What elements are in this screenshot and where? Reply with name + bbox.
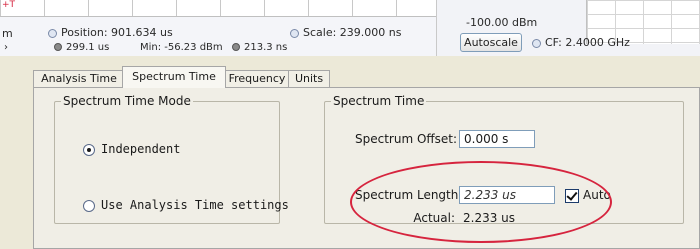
tab-units[interactable]: Units: [288, 70, 330, 87]
tab-spectrum-time[interactable]: Spectrum Time: [122, 66, 226, 88]
min-readout: Min: -56.23 dBm: [140, 42, 223, 53]
radio-use-analysis-time-label: Use Analysis Time settings: [101, 198, 289, 212]
spectrum-length-input[interactable]: [459, 186, 555, 204]
trace-marker-icon: +T: [2, 0, 16, 10]
center-frequency-readout[interactable]: CF: 2.4000 GHz: [532, 36, 630, 49]
marker-icon: [54, 43, 62, 51]
marker-time-readout: 299.1 us: [54, 42, 109, 53]
spectrum-time-panel: Spectrum Time Mode Independent Use Analy…: [33, 87, 700, 249]
tab-analysis-time[interactable]: Analysis Time: [33, 70, 125, 87]
autoscale-button[interactable]: Autoscale: [460, 33, 522, 52]
delta-marker-icon: [232, 43, 240, 51]
scale-readout[interactable]: Scale: 239.000 ns: [290, 26, 401, 39]
spectrum-offset-label: Spectrum Offset:: [355, 132, 458, 146]
radio-independent[interactable]: Independent: [83, 142, 180, 156]
actual-value: 2.233 us: [463, 211, 516, 225]
time-graph-area[interactable]: [0, 0, 436, 17]
radio-independent-label: Independent: [101, 142, 181, 156]
auto-checkbox[interactable]: [565, 188, 579, 203]
tab-frequency[interactable]: Frequency: [223, 70, 291, 87]
auto-checkbox-label: Auto: [583, 188, 611, 202]
radio-use-analysis-time[interactable]: Use Analysis Time settings: [83, 198, 289, 212]
cf-radio-icon[interactable]: [532, 38, 541, 48]
spectrum-length-label: Spectrum Length:: [355, 188, 463, 202]
position-readout[interactable]: Position: 901.634 us: [48, 26, 173, 39]
radio-use-analysis-time-button[interactable]: [83, 199, 95, 212]
spectrum-time-group: Spectrum Time Spectrum Offset: Spectrum …: [324, 94, 684, 225]
settings-dialog: Analysis Time Spectrum Time Frequency Un…: [33, 66, 700, 249]
auto-checkbox-row[interactable]: Auto: [565, 188, 611, 203]
actual-label: Actual:: [413, 211, 455, 225]
position-radio-icon[interactable]: [48, 28, 57, 38]
marker-delta-readout: 213.3 ns: [232, 42, 287, 53]
spectrum-time-legend: Spectrum Time: [333, 94, 425, 108]
left-corner-label: m: [2, 27, 13, 40]
spectrum-offset-input[interactable]: [459, 130, 535, 148]
spectrum-time-mode-group: Spectrum Time Mode Independent Use Analy…: [54, 94, 289, 224]
time-view-panel: +T m › Position: 901.634 us Scale: 239.0…: [0, 0, 437, 56]
radio-independent-button[interactable]: [83, 143, 95, 156]
reference-level-readout: -100.00 dBm: [466, 16, 538, 29]
left-marker-glyphs: ›: [4, 42, 8, 53]
scale-radio-icon[interactable]: [290, 28, 299, 38]
spectrum-time-mode-legend: Spectrum Time Mode: [63, 94, 191, 108]
analyzer-view-strip: +T m › Position: 901.634 us Scale: 239.0…: [0, 0, 700, 56]
